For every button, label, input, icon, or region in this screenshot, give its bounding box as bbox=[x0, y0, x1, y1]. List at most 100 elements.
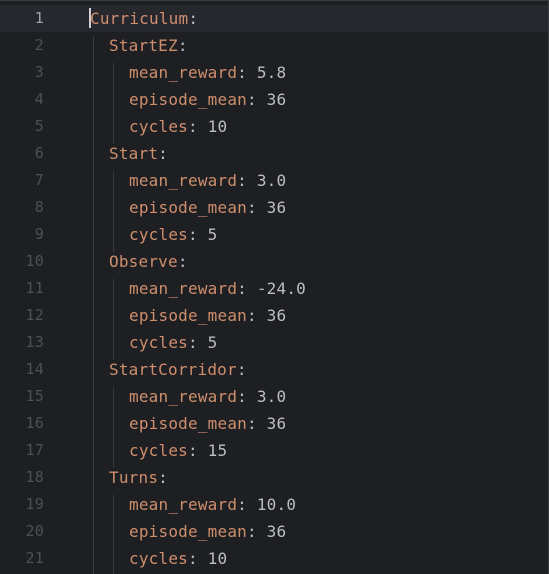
yaml-value: 3.0 bbox=[247, 387, 287, 406]
code-text[interactable]: Observe: bbox=[109, 248, 188, 275]
line-number[interactable]: 14 bbox=[0, 356, 44, 383]
line-number[interactable]: 7 bbox=[0, 167, 44, 194]
code-line[interactable]: 7 mean_reward: 3.0 bbox=[0, 167, 548, 194]
code-text[interactable]: cycles: 10 bbox=[129, 545, 227, 572]
code-line[interactable]: 5 cycles: 10 bbox=[0, 113, 548, 140]
line-number[interactable]: 11 bbox=[0, 275, 44, 302]
yaml-key: episode_mean bbox=[129, 522, 247, 541]
yaml-colon: : bbox=[247, 414, 257, 433]
code-text[interactable]: mean_reward: 3.0 bbox=[129, 383, 286, 410]
code-line[interactable]: 10 Observe: bbox=[0, 248, 548, 275]
line-number[interactable]: 15 bbox=[0, 383, 44, 410]
code-text[interactable]: Curriculum: bbox=[90, 5, 198, 32]
yaml-colon: : bbox=[188, 441, 198, 460]
yaml-value: 10.0 bbox=[247, 495, 297, 514]
yaml-colon: : bbox=[237, 279, 248, 298]
code-line[interactable]: 8 episode_mean: 36 bbox=[0, 194, 548, 221]
code-text[interactable]: Turns: bbox=[109, 464, 168, 491]
line-number[interactable]: 18 bbox=[0, 464, 44, 491]
yaml-colon: : bbox=[237, 387, 248, 406]
code-line[interactable]: 16 episode_mean: 36 bbox=[0, 410, 548, 437]
code-text[interactable]: Start: bbox=[109, 140, 168, 167]
line-number[interactable]: 4 bbox=[0, 86, 44, 113]
yaml-colon: : bbox=[177, 252, 188, 271]
yaml-colon: : bbox=[247, 198, 257, 217]
yaml-key: episode_mean bbox=[129, 414, 247, 433]
yaml-colon: : bbox=[158, 468, 169, 487]
editor-top-border bbox=[0, 0, 549, 1]
line-number[interactable]: 1 bbox=[0, 5, 44, 32]
line-number[interactable]: 10 bbox=[0, 248, 44, 275]
yaml-value: 15 bbox=[197, 441, 228, 460]
code-line[interactable]: 20 episode_mean: 36 bbox=[0, 518, 548, 545]
line-number[interactable]: 21 bbox=[0, 545, 44, 572]
yaml-key: cycles bbox=[129, 333, 188, 352]
code-text[interactable]: episode_mean: 36 bbox=[129, 302, 286, 329]
code-text[interactable]: mean_reward: 3.0 bbox=[129, 167, 286, 194]
yaml-colon: : bbox=[247, 306, 257, 325]
yaml-value: 5 bbox=[197, 333, 218, 352]
yaml-colon: : bbox=[237, 171, 248, 190]
code-line[interactable]: 12 episode_mean: 36 bbox=[0, 302, 548, 329]
code-text[interactable]: cycles: 5 bbox=[129, 221, 218, 248]
code-editor[interactable]: 1 Curriculum: 2 StartEZ: 3 mean_reward: … bbox=[0, 0, 549, 574]
yaml-key: cycles bbox=[129, 225, 188, 244]
yaml-key: StartEZ bbox=[109, 36, 178, 55]
code-text[interactable]: cycles: 15 bbox=[129, 437, 227, 464]
code-text[interactable]: StartEZ: bbox=[109, 32, 188, 59]
code-text[interactable]: mean_reward: 5.8 bbox=[129, 59, 286, 86]
yaml-colon: : bbox=[247, 522, 257, 541]
yaml-key: cycles bbox=[129, 549, 188, 568]
yaml-value: 36 bbox=[256, 522, 287, 541]
code-line[interactable]: 6 Start: bbox=[0, 140, 548, 167]
code-text[interactable]: cycles: 5 bbox=[129, 329, 218, 356]
yaml-value: 36 bbox=[256, 306, 287, 325]
yaml-colon: : bbox=[188, 117, 198, 136]
code-line[interactable]: 18 Turns: bbox=[0, 464, 548, 491]
code-line[interactable]: 15 mean_reward: 3.0 bbox=[0, 383, 548, 410]
yaml-colon: : bbox=[188, 333, 198, 352]
yaml-value: 5.8 bbox=[247, 63, 287, 82]
yaml-value: 5 bbox=[197, 225, 218, 244]
line-number[interactable]: 5 bbox=[0, 113, 44, 140]
line-number[interactable]: 17 bbox=[0, 437, 44, 464]
code-text[interactable]: mean_reward: 10.0 bbox=[129, 491, 296, 518]
line-number[interactable]: 16 bbox=[0, 410, 44, 437]
line-number[interactable]: 9 bbox=[0, 221, 44, 248]
code-text[interactable]: mean_reward: -24.0 bbox=[129, 275, 306, 302]
code-line[interactable]: 2 StartEZ: bbox=[0, 32, 548, 59]
code-line[interactable]: 21 cycles: 10 bbox=[0, 545, 548, 572]
code-line[interactable]: 3 mean_reward: 5.8 bbox=[0, 59, 548, 86]
line-number[interactable]: 20 bbox=[0, 518, 44, 545]
line-number[interactable]: 12 bbox=[0, 302, 44, 329]
line-number[interactable]: 3 bbox=[0, 59, 44, 86]
code-text[interactable]: episode_mean: 36 bbox=[129, 518, 286, 545]
yaml-colon: : bbox=[237, 495, 248, 514]
yaml-key: mean_reward bbox=[129, 63, 238, 82]
code-text[interactable]: episode_mean: 36 bbox=[129, 410, 286, 437]
line-number[interactable]: 13 bbox=[0, 329, 44, 356]
code-text[interactable]: StartCorridor: bbox=[109, 356, 247, 383]
yaml-colon: : bbox=[237, 63, 248, 82]
code-text[interactable]: episode_mean: 36 bbox=[129, 194, 286, 221]
yaml-key: episode_mean bbox=[129, 198, 247, 217]
code-line[interactable]: 13 cycles: 5 bbox=[0, 329, 548, 356]
code-line[interactable]: 14 StartCorridor: bbox=[0, 356, 548, 383]
yaml-key: cycles bbox=[129, 117, 188, 136]
code-text[interactable]: episode_mean: 36 bbox=[129, 86, 286, 113]
line-number[interactable]: 8 bbox=[0, 194, 44, 221]
yaml-key: Curriculum bbox=[90, 9, 189, 28]
line-number[interactable]: 19 bbox=[0, 491, 44, 518]
code-text[interactable]: cycles: 10 bbox=[129, 113, 227, 140]
line-number[interactable]: 2 bbox=[0, 32, 44, 59]
code-line[interactable]: 19 mean_reward: 10.0 bbox=[0, 491, 548, 518]
line-number[interactable]: 6 bbox=[0, 140, 44, 167]
code-line[interactable]: 17 cycles: 15 bbox=[0, 437, 548, 464]
code-line[interactable]: 4 episode_mean: 36 bbox=[0, 86, 548, 113]
yaml-colon: : bbox=[247, 90, 257, 109]
code-line[interactable]: 11 mean_reward: -24.0 bbox=[0, 275, 548, 302]
yaml-value: -24.0 bbox=[247, 279, 307, 298]
code-line[interactable]: 1 Curriculum: bbox=[0, 5, 548, 32]
code-line[interactable]: 9 cycles: 5 bbox=[0, 221, 548, 248]
yaml-key: mean_reward bbox=[129, 387, 238, 406]
